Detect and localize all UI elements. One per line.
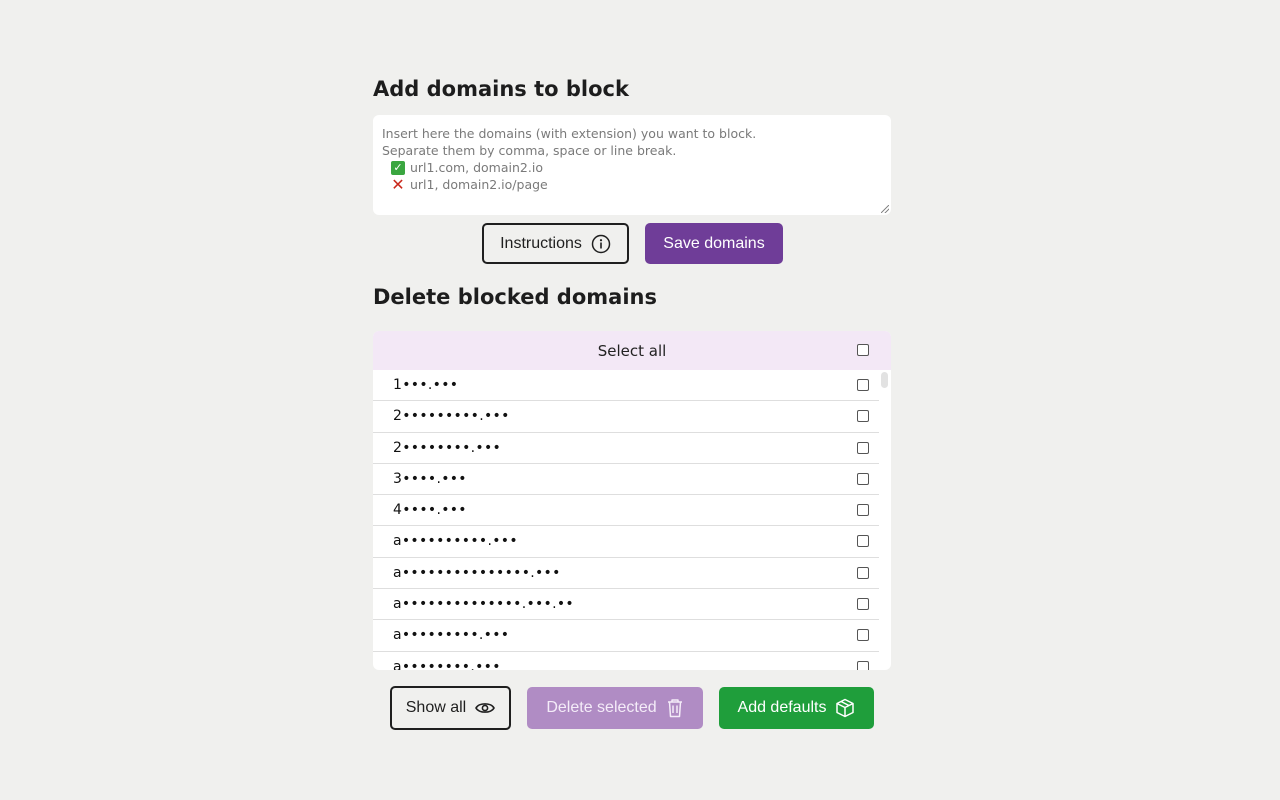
example-good-text: url1.com, domain2.io [410,160,543,175]
domain-row[interactable]: 3••••.••• [373,464,879,496]
domain-row[interactable]: a•••••••••.••• [373,620,879,652]
scrollbar[interactable] [881,370,888,670]
resize-handle-icon[interactable] [881,205,889,213]
row-checkbox[interactable] [857,441,869,454]
domain-row[interactable]: 2••••••••.••• [373,433,879,464]
blocked-domains-list: Select all 1•••.••• 2•••••••••.••• 2••••••… [373,331,891,670]
row-checkbox[interactable] [857,660,869,670]
select-all-row[interactable]: Select all [373,331,891,370]
domain-row[interactable]: 2•••••••••.••• [373,401,879,433]
instructions-label: Instructions [500,234,582,252]
box-icon [835,698,855,718]
domain-row[interactable]: a••••••••••••••.•••.•• [373,589,879,621]
placeholder-line-2: Separate them by comma, space or line br… [382,143,677,158]
save-domains-button[interactable]: Save domains [645,223,783,264]
row-checkbox[interactable] [857,410,869,423]
row-checkbox[interactable] [857,504,869,517]
domain-row[interactable]: 4••••.••• [373,495,879,527]
domain-text: a•••••••••••••••.••• [393,564,561,581]
domain-text: 2••••••••.••• [393,439,502,456]
cross-mark-icon: ✕ [391,174,405,194]
domain-row[interactable]: a••••••••••.••• [373,526,879,558]
add-defaults-button[interactable]: Add defaults [719,687,874,729]
row-checkbox[interactable] [857,535,869,548]
domain-row[interactable]: a••••••••.••• [373,652,879,670]
add-domains-title: Add domains to block [373,77,629,101]
example-bad: ✕ url1, domain2.io/page [382,176,882,193]
select-all-label: Select all [597,341,667,360]
row-checkbox[interactable] [857,629,869,642]
add-defaults-label: Add defaults [737,699,827,716]
domain-text: a••••••••••.••• [393,533,518,550]
delete-domains-title: Delete blocked domains [373,285,657,309]
domain-rows: 1•••.••• 2•••••••••.••• 2••••••••.••• 3••••… [373,370,879,670]
domain-text: a••••••••••••••.•••.•• [393,596,574,613]
info-icon [591,234,611,254]
select-all-checkbox[interactable] [857,344,869,356]
scrollbar-thumb[interactable] [881,372,888,388]
domain-text: 4••••.••• [393,502,467,519]
delete-selected-label: Delete selected [546,699,657,716]
domain-text: a•••••••••.••• [393,627,510,644]
row-checkbox[interactable] [857,379,869,391]
show-all-label: Show all [405,699,467,716]
domains-textarea[interactable]: Insert here the domains (with extension)… [373,115,891,215]
instructions-button[interactable]: Instructions [482,223,629,264]
trash-icon [666,698,684,718]
delete-selected-button[interactable]: Delete selected [527,687,703,729]
example-bad-text: url1, domain2.io/page [410,177,548,192]
domain-text: 3••••.••• [393,470,467,487]
domain-row[interactable]: a•••••••••••••••.••• [373,558,879,590]
domain-text: 2•••••••••.••• [393,408,510,425]
eye-icon [475,701,496,715]
show-all-button[interactable]: Show all [390,686,511,730]
row-checkbox[interactable] [857,566,869,579]
check-mark-icon: ✓ [391,160,405,175]
example-good: ✓ url1.com, domain2.io [382,159,882,176]
row-checkbox[interactable] [857,598,869,611]
domain-row[interactable]: 1•••.••• [373,370,879,402]
domain-text: a••••••••.••• [393,658,501,670]
row-checkbox[interactable] [857,472,869,485]
placeholder-line-1: Insert here the domains (with extension)… [382,126,757,141]
domain-text: 1•••.••• [393,377,459,393]
